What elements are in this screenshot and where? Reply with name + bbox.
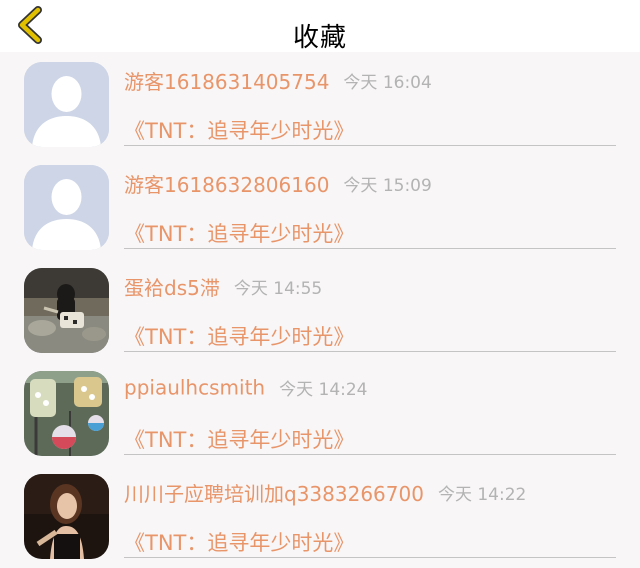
user-name[interactable]: 川川子应聘培训加q3383266700 [124, 482, 424, 506]
divider [124, 145, 616, 146]
show-title[interactable]: 《TNT：追寻年少时光》 [124, 218, 354, 248]
default-avatar-icon[interactable] [24, 62, 109, 147]
timestamp: 今天 15:09 [343, 176, 432, 196]
show-title[interactable]: 《TNT：追寻年少时光》 [124, 424, 354, 454]
user-name[interactable]: 蛋袷ds5滞 [124, 276, 220, 300]
user-name[interactable]: 游客1618632806160 [124, 173, 329, 197]
user-photo[interactable] [24, 371, 109, 456]
timestamp: 今天 14:22 [437, 485, 527, 505]
show-title[interactable]: 《TNT：追寻年少时光》 [124, 321, 354, 351]
user-photo[interactable] [24, 268, 109, 353]
nav-bar: 收藏 [0, 0, 640, 53]
default-avatar-icon[interactable] [24, 165, 109, 250]
list-item[interactable]: 蛋袷ds5滞 今天 14:55 《TNT：追寻年少时光》 [0, 258, 640, 361]
show-title[interactable]: 《TNT：追寻年少时光》 [124, 115, 354, 145]
list-item[interactable]: ppiaulhcsmith 今天 14:24 《TNT：追寻年少时光》 [0, 361, 640, 464]
name-row: 蛋袷ds5滞 今天 14:55 [124, 272, 322, 300]
favorites-list: 游客1618631405754 今天 16:04 《TNT：追寻年少时光》 游客1… [0, 52, 640, 568]
divider [124, 557, 616, 558]
show-title[interactable]: 《TNT：追寻年少时光》 [124, 527, 354, 557]
timestamp: 今天 16:04 [343, 73, 432, 93]
favorites-screen: 收藏 游客1618631405754 今天 16:04 《TNT：追寻年少时光》 [0, 0, 640, 568]
name-row: ppiaulhcsmith 今天 14:24 [124, 375, 368, 403]
divider [124, 351, 616, 352]
divider [124, 248, 616, 249]
name-row: 游客1618632806160 今天 15:09 [124, 169, 432, 197]
name-row: 川川子应聘培训加q3383266700 今天 14:22 [124, 478, 526, 506]
divider [124, 454, 616, 455]
list-item[interactable]: 游客1618631405754 今天 16:04 《TNT：追寻年少时光》 [0, 52, 640, 155]
name-row: 游客1618631405754 今天 16:04 [124, 66, 432, 94]
user-name[interactable]: 游客1618631405754 [124, 70, 329, 94]
user-photo[interactable] [24, 474, 109, 559]
list-item[interactable]: 游客1618632806160 今天 15:09 《TNT：追寻年少时光》 [0, 155, 640, 258]
list-item[interactable]: 川川子应聘培训加q3383266700 今天 14:22 《TNT：追寻年少时光》 [0, 464, 640, 567]
timestamp: 今天 14:24 [279, 380, 368, 400]
user-name[interactable]: ppiaulhcsmith [124, 376, 265, 400]
timestamp: 今天 14:55 [233, 279, 323, 299]
